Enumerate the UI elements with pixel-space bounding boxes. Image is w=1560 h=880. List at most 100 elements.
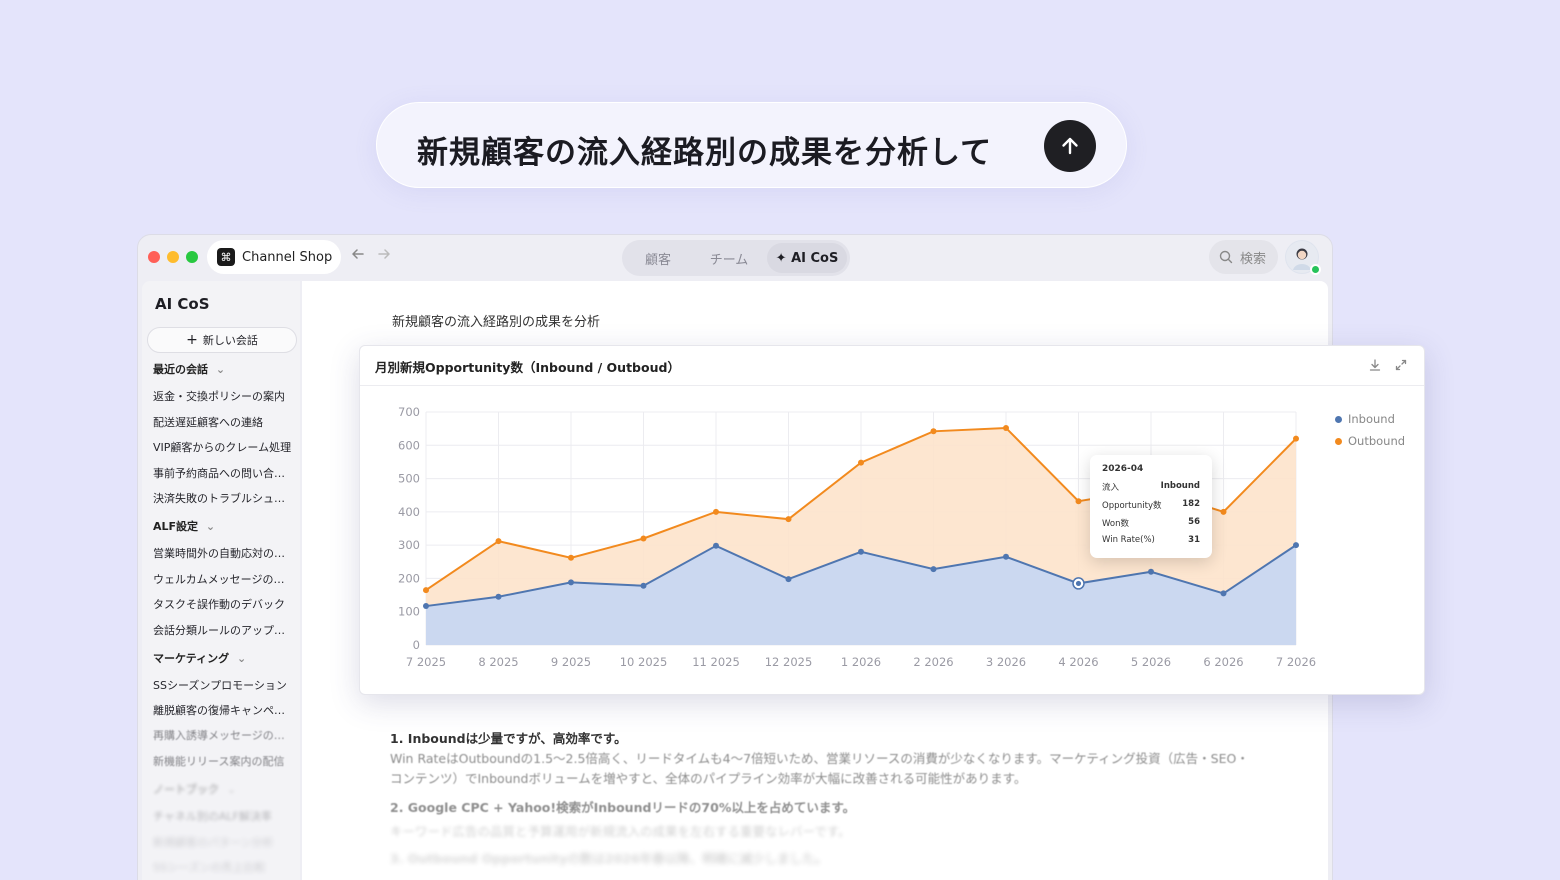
data-point	[495, 593, 502, 600]
search-label: 検索	[1240, 251, 1267, 267]
new-chat-button[interactable]: + 新しい会話	[147, 327, 297, 353]
sidebar-item[interactable]: タスクそ誤作動のデバック	[153, 596, 293, 612]
app-name: Channel Shop	[242, 249, 333, 265]
x-tick-label: 6 2026	[1203, 655, 1243, 669]
data-point	[858, 459, 864, 466]
chevron-down-icon: ⌄	[215, 363, 226, 376]
y-tick-label: 0	[413, 638, 420, 652]
assistant-answer: 1. Inboundは少量ですが、高効率です。 Win RateはOutboun…	[390, 728, 1250, 867]
chart-card: 月別新規Opportunity数（Inbound / Outboud） 0 100…	[359, 345, 1425, 695]
chart-legend: Inbound Outbound	[1335, 412, 1405, 456]
x-tick-label: 12 2025	[765, 655, 813, 669]
minimize-window-dot[interactable]	[167, 251, 179, 263]
history-nav	[351, 247, 391, 261]
sidebar-item[interactable]: 返金・交換ポリシーの案内	[153, 388, 293, 404]
tooltip-label: Win Rate(%)	[1102, 535, 1155, 545]
data-point	[930, 428, 937, 435]
tooltip-row: Win Rate(%) 31	[1102, 535, 1200, 553]
tooltip-value: 31	[1188, 535, 1200, 545]
tab-ai-cos[interactable]: ✦ AI CoS	[767, 243, 847, 273]
x-tick-label: 8 2025	[478, 655, 518, 669]
legend-inbound-swatch	[1335, 415, 1342, 423]
app-logo-icon: ⌘	[217, 248, 235, 266]
tab-team[interactable]: チーム	[691, 243, 767, 273]
sidebar-item[interactable]: 新機能リリース案内の配信	[153, 753, 293, 769]
prompt-text: 新規顧客の流入経路別の成果を分析して	[417, 135, 993, 171]
tooltip-label: 流入	[1102, 483, 1120, 493]
tooltip-row: Opportunity数 182	[1102, 499, 1200, 517]
opportunity-chart[interactable]: 0 100 200 300 400 500 600 700 7 2025 8 2025 9 2025…	[360, 346, 1426, 696]
x-tick-label: 7 2025	[406, 655, 446, 669]
prompt-bar[interactable]: 新規顧客の流入経路別の成果を分析して	[376, 102, 1127, 188]
legend-inbound[interactable]: Inbound	[1335, 412, 1405, 426]
sidebar-item[interactable]: 決済失敗のトラブルシューティング	[153, 490, 293, 506]
answer-body-1: Win RateはOutboundの1.5〜2.5倍高く、リードタイムも4〜7倍…	[390, 751, 1249, 786]
tooltip-label: Won数	[1102, 519, 1129, 529]
search-button[interactable]: 検索	[1209, 240, 1278, 274]
section-marketing[interactable]: マーケティング ⌄	[153, 650, 246, 666]
answer-heading-1: 1. Inboundは少量ですが、高効率です。	[390, 731, 627, 746]
send-button[interactable]	[1044, 120, 1096, 172]
section-notebook[interactable]: ノートブック ⌄	[153, 781, 236, 797]
y-tick-label: 300	[398, 538, 420, 552]
sidebar-item[interactable]: 事前予約商品への問い合わせ	[153, 465, 293, 481]
sidebar-item[interactable]: 新規顧客のパターン分析	[153, 834, 293, 850]
sidebar-item[interactable]: チャネル別のALF解決率	[153, 808, 293, 824]
y-tick-label: 500	[398, 472, 420, 486]
forward-arrow-icon[interactable]	[377, 247, 391, 261]
sidebar-item[interactable]: VIP顧客からのクレーム処理	[153, 439, 293, 455]
new-chat-label: 新しい会話	[202, 334, 258, 347]
sidebar: AI CoS + 新しい会話 最近の会話 ⌄ 返金・交換ポリシーの案内 配送遅延…	[142, 281, 300, 880]
maximize-window-dot[interactable]	[186, 251, 198, 263]
titlebar: ⌘ Channel Shop 顧客 チーム ✦ AI CoS 検索	[138, 235, 1332, 281]
sidebar-item[interactable]: 配送遅延顧客への連絡	[153, 414, 293, 430]
app-switcher[interactable]: ⌘ Channel Shop	[207, 240, 341, 274]
plus-icon: +	[186, 332, 198, 348]
chevron-down-icon: ⌄	[205, 520, 216, 533]
tooltip-value: Inbound	[1160, 481, 1200, 491]
data-point	[495, 538, 502, 545]
avatar[interactable]	[1285, 240, 1321, 275]
data-point	[930, 566, 937, 573]
x-tick-label: 3 2026	[986, 655, 1026, 669]
sidebar-item[interactable]: 離脱顧客の復帰キャンペーン	[153, 702, 293, 718]
sidebar-item[interactable]: ウェルカムメッセージの設定	[153, 571, 293, 587]
x-tick-label: 11 2025	[692, 655, 740, 669]
y-tick-label: 200	[398, 571, 420, 585]
answer-body-2: キーワード広告の品質と予算運用が新規流入の成果を左右する重要なレバーです。	[390, 824, 851, 839]
sidebar-item[interactable]: 再購入誘導メッセージの作成	[153, 727, 293, 743]
tooltip-value: 182	[1182, 499, 1200, 509]
data-point	[785, 576, 792, 583]
sidebar-item[interactable]: SSシーズンの売上比較	[153, 859, 293, 875]
y-tick-label: 600	[398, 438, 420, 452]
x-tick-label: 9 2025	[551, 655, 591, 669]
legend-outbound[interactable]: Outbound	[1335, 434, 1405, 448]
tooltip-value: 56	[1188, 517, 1200, 527]
sidebar-item[interactable]: 会話分類ルールのアップデート	[153, 622, 293, 638]
data-point	[713, 542, 719, 549]
answer-heading-3: 3. Outbound Opportunityの数は2026年春以降、明確に減少…	[390, 851, 828, 866]
data-point	[1220, 508, 1227, 515]
section-alf-settings[interactable]: ALF設定 ⌄	[153, 518, 215, 534]
sidebar-item[interactable]: 営業時間外の自動応対の設定	[153, 545, 293, 561]
legend-outbound-label: Outbound	[1348, 434, 1406, 448]
y-tick-label: 400	[398, 505, 420, 519]
chevron-down-icon: ⌄	[236, 652, 247, 665]
tooltip-date: 2026-04	[1102, 464, 1144, 474]
data-point	[568, 579, 574, 586]
answer-heading-2: 2. Google CPC + Yahoo!検索がInboundリードの70%以…	[390, 800, 856, 815]
legend-inbound-label: Inbound	[1348, 412, 1395, 426]
close-window-dot[interactable]	[148, 251, 160, 263]
back-arrow-icon[interactable]	[351, 247, 365, 261]
tab-customers[interactable]: 顧客	[625, 243, 691, 273]
sidebar-title: AI CoS	[155, 295, 210, 313]
x-tick-label: 2 2026	[913, 655, 953, 669]
data-point	[1293, 435, 1299, 442]
chevron-down-icon: ⌄	[226, 783, 237, 796]
x-tick-label: 5 2026	[1131, 655, 1171, 669]
section-recent[interactable]: 最近の会話 ⌄	[153, 361, 225, 377]
data-point	[1003, 553, 1009, 560]
data-point	[1075, 498, 1082, 505]
chart-tooltip: 2026-04 流入 Inbound Opportunity数 182 Won数 56…	[1090, 455, 1212, 558]
sidebar-item[interactable]: SSシーズンプロモーション	[153, 677, 293, 693]
